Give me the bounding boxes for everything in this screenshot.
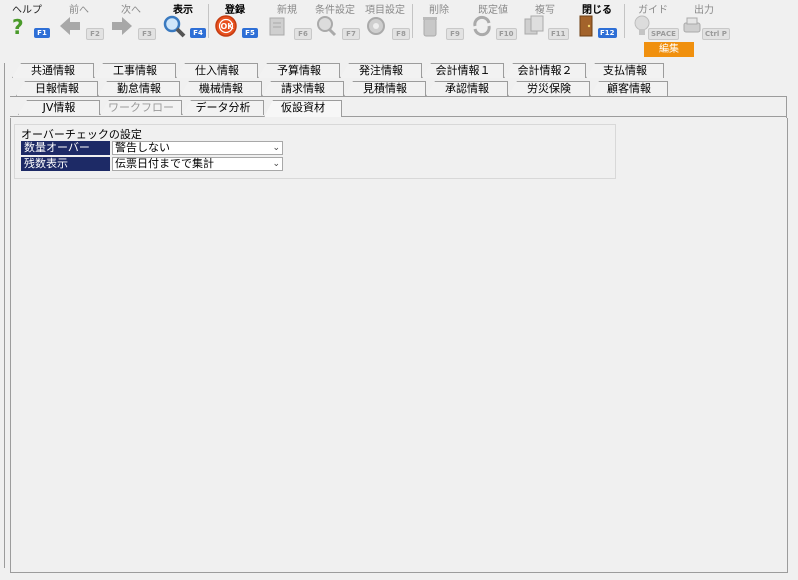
edit-mode-badge: 編集 bbox=[644, 42, 694, 57]
remaining-display-value: 伝票日付までで集計 bbox=[115, 157, 214, 170]
toolbar: ヘルプ ? F1 前へ F2 次へ F3 表示 F4 登録 OK F5 新規 F… bbox=[0, 0, 798, 44]
tab-frame-line bbox=[341, 116, 787, 117]
arrow-left-icon bbox=[60, 17, 80, 35]
guide-key: SPACE bbox=[648, 28, 679, 40]
tab-row-1: 共通情報 工事情報 仕入情報 予算情報 発注情報 会計情報１ 会計情報２ 支払情… bbox=[0, 63, 798, 78]
tab-customer-info[interactable]: 顧客情報 bbox=[590, 81, 668, 96]
copy-button[interactable]: 複写 F11 bbox=[520, 0, 570, 42]
printer-icon bbox=[683, 17, 701, 33]
tab-jv-info[interactable]: JV情報 bbox=[18, 100, 100, 115]
tab-workflow[interactable]: ワークフロー bbox=[100, 100, 182, 115]
copy-key: F11 bbox=[548, 28, 569, 40]
tab-content-panel bbox=[10, 118, 788, 573]
tab-data-analysis[interactable]: データ分析 bbox=[182, 100, 264, 115]
tab-order-info[interactable]: 発注情報 bbox=[340, 63, 422, 78]
door-icon bbox=[579, 15, 593, 37]
arrow-right-icon bbox=[112, 17, 132, 35]
new-button[interactable]: 新規 F6 bbox=[264, 0, 312, 42]
search-settings-icon bbox=[317, 16, 337, 37]
default-value-button[interactable]: 既定値 F10 bbox=[468, 0, 518, 42]
quantity-over-value: 警告しない bbox=[115, 141, 170, 154]
tab-workers-insurance[interactable]: 労災保険 bbox=[508, 81, 590, 96]
output-button[interactable]: 出力 Ctrl P bbox=[678, 0, 730, 42]
tab-row-2: 日報情報 勤怠情報 機械情報 請求情報 見積情報 承認情報 労災保険 顧客情報 bbox=[0, 81, 798, 96]
copy-icon bbox=[524, 15, 544, 35]
toolbar-separator bbox=[208, 4, 209, 38]
item-settings-button[interactable]: 項目設定 F8 bbox=[362, 0, 410, 42]
tab-estimate-info[interactable]: 見積情報 bbox=[344, 81, 426, 96]
quantity-over-label: 数量オーバー bbox=[21, 141, 110, 155]
tab-frame-line bbox=[10, 116, 264, 117]
tab-construction-info[interactable]: 工事情報 bbox=[94, 63, 176, 78]
chevron-down-icon[interactable]: ⌄ bbox=[272, 158, 280, 170]
tab-daily-report-info[interactable]: 日報情報 bbox=[16, 81, 98, 96]
save-key: F5 bbox=[242, 28, 258, 38]
tab-purchase-info[interactable]: 仕入情報 bbox=[176, 63, 258, 78]
outer-frame-line bbox=[4, 63, 5, 568]
item-settings-key: F8 bbox=[392, 28, 410, 40]
tab-approval-info[interactable]: 承認情報 bbox=[426, 81, 508, 96]
svg-text:?: ? bbox=[12, 15, 24, 38]
show-key: F4 bbox=[190, 28, 206, 38]
default-value-key: F10 bbox=[496, 28, 517, 40]
new-key: F6 bbox=[294, 28, 312, 40]
svg-text:OK: OK bbox=[221, 22, 235, 31]
quantity-over-select[interactable]: 警告しない ⌄ bbox=[112, 141, 283, 155]
prev-button[interactable]: 前へ F2 bbox=[56, 0, 104, 42]
magnifier-icon bbox=[163, 15, 186, 38]
tab-common-info[interactable]: 共通情報 bbox=[12, 63, 94, 78]
tab-frame-line bbox=[786, 96, 787, 118]
delete-button[interactable]: 削除 F9 bbox=[416, 0, 464, 42]
tab-attendance-info[interactable]: 勤怠情報 bbox=[98, 81, 180, 96]
tab-row-3: JV情報 ワークフロー データ分析 仮設資材 bbox=[0, 100, 798, 117]
tab-temporary-materials[interactable]: 仮設資材 bbox=[264, 100, 342, 117]
toolbar-separator bbox=[624, 4, 625, 38]
gear-icon bbox=[367, 17, 385, 35]
close-key: F12 bbox=[598, 28, 617, 38]
chevron-down-icon[interactable]: ⌄ bbox=[272, 142, 280, 154]
trash-icon bbox=[423, 17, 437, 37]
over-check-settings-group: オーバーチェックの設定 数量オーバー 警告しない ⌄ 残数表示 伝票日付までで集… bbox=[14, 124, 616, 179]
help-button[interactable]: ヘルプ ? F1 bbox=[4, 0, 50, 42]
prev-key: F2 bbox=[86, 28, 104, 40]
refresh-icon bbox=[473, 15, 491, 37]
tab-payment-info[interactable]: 支払情報 bbox=[586, 63, 664, 78]
next-button[interactable]: 次へ F3 bbox=[108, 0, 156, 42]
output-key: Ctrl P bbox=[702, 28, 730, 40]
tab-frame-line bbox=[10, 96, 786, 97]
ok-icon: OK bbox=[215, 15, 237, 37]
condition-settings-key: F7 bbox=[342, 28, 360, 40]
tab-billing-info[interactable]: 請求情報 bbox=[262, 81, 344, 96]
tab-accounting-info-1[interactable]: 会計情報１ bbox=[422, 63, 504, 78]
help-key: F1 bbox=[34, 28, 50, 38]
help-icon: ? bbox=[12, 15, 24, 38]
guide-button[interactable]: ガイド SPACE bbox=[628, 0, 679, 42]
remaining-display-label: 残数表示 bbox=[21, 157, 110, 171]
next-key: F3 bbox=[138, 28, 156, 40]
tab-budget-info[interactable]: 予算情報 bbox=[258, 63, 340, 78]
condition-settings-button[interactable]: 条件設定 F7 bbox=[312, 0, 360, 42]
save-button[interactable]: 登録 OK F5 bbox=[212, 0, 258, 42]
remaining-display-select[interactable]: 伝票日付までで集計 ⌄ bbox=[112, 157, 283, 171]
tab-machine-info[interactable]: 機械情報 bbox=[180, 81, 262, 96]
close-button[interactable]: 閉じる F12 bbox=[572, 0, 622, 42]
show-button[interactable]: 表示 F4 bbox=[160, 0, 206, 42]
new-document-icon bbox=[269, 17, 285, 36]
group-title: オーバーチェックの設定 bbox=[21, 128, 142, 141]
delete-key: F9 bbox=[446, 28, 464, 40]
tab-accounting-info-2[interactable]: 会計情報２ bbox=[504, 63, 586, 78]
toolbar-separator bbox=[412, 4, 413, 38]
